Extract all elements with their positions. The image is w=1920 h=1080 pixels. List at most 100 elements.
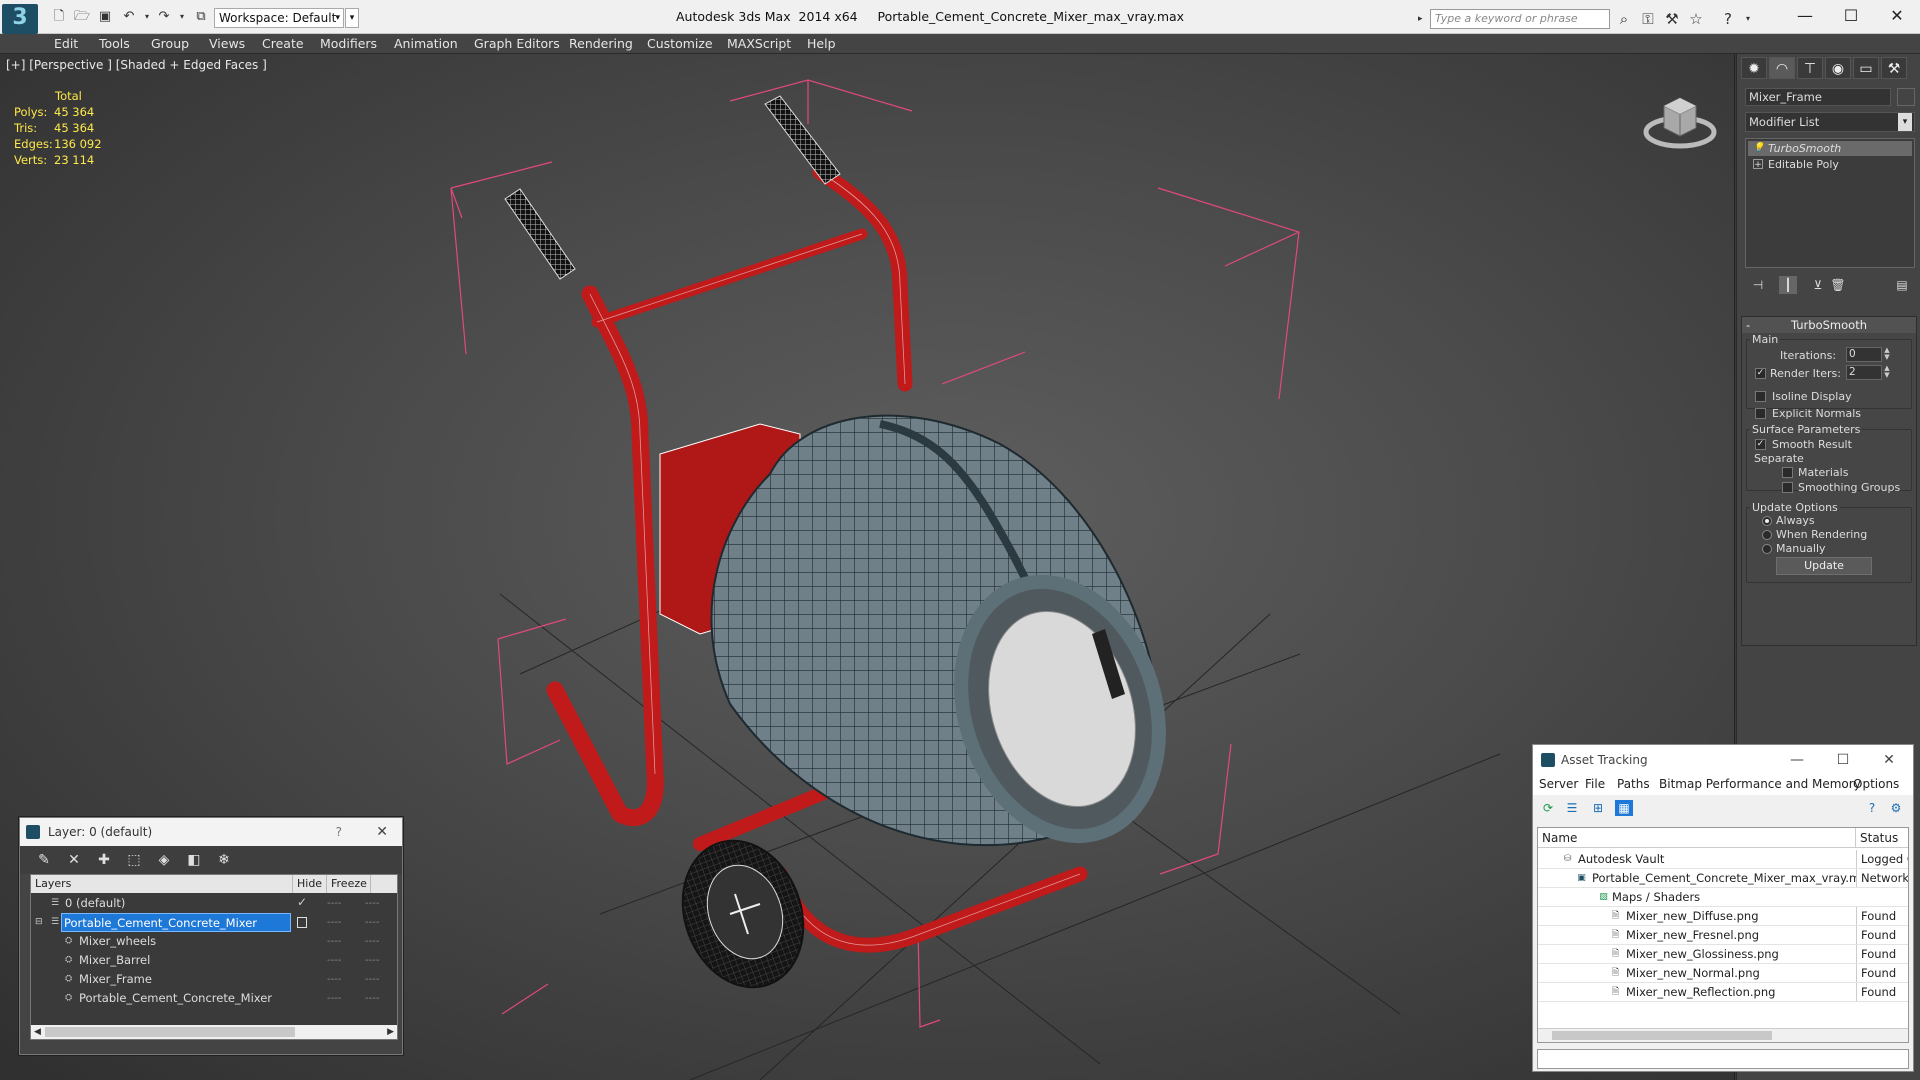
layer-row[interactable]: ⊟ ☰ Portable_Cement_Concrete_Mixer ---- …: [31, 913, 397, 932]
stack-item-editable-poly[interactable]: + Editable Poly: [1748, 157, 1912, 172]
scrollbar-thumb[interactable]: [1552, 1031, 1772, 1040]
lightbulb-icon[interactable]: 💡: [1753, 143, 1764, 153]
tab-utilities-icon[interactable]: ⚒: [1881, 57, 1907, 79]
layer-row[interactable]: ⛭ Mixer_Frame ---- ----: [31, 970, 397, 989]
make-unique-icon[interactable]: ⊻: [1809, 276, 1827, 294]
asset-row[interactable]: 🗎 Mixer_new_Normal.png Found: [1538, 964, 1908, 983]
modifier-list-dropdown[interactable]: Modifier List ▾: [1745, 112, 1915, 132]
list-view-icon[interactable]: ☰: [1563, 800, 1581, 816]
communication-center-icon[interactable]: ⚒: [1662, 9, 1682, 29]
help-icon[interactable]: ?: [1718, 9, 1738, 29]
asset-row[interactable]: 🗎 Mixer_new_Fresnel.png Found: [1538, 926, 1908, 945]
explicit-normals-checkbox[interactable]: [1755, 408, 1766, 419]
smoothing-groups-checkbox[interactable]: [1782, 482, 1793, 493]
menu-edit[interactable]: Edit: [54, 34, 78, 54]
freeze-toggle[interactable]: ----: [365, 894, 379, 913]
hide-toggle[interactable]: ----: [327, 989, 341, 1008]
viewport-label[interactable]: [+] [Perspective ] [Shaded + Edged Faces…: [6, 58, 267, 72]
menu-views[interactable]: Views: [209, 34, 245, 54]
workspace-dropdown[interactable]: Workspace: Default ▾: [214, 8, 344, 28]
freeze-toggle[interactable]: ----: [365, 989, 379, 1008]
hide-toggle[interactable]: ----: [327, 913, 341, 932]
tab-create-icon[interactable]: ✹: [1741, 57, 1767, 79]
help-dropdown-icon[interactable]: ▾: [1738, 9, 1758, 29]
menu-server[interactable]: Server: [1539, 777, 1578, 791]
isoline-display-checkbox[interactable]: [1755, 391, 1766, 402]
menu-tools[interactable]: Tools: [99, 34, 130, 54]
menu-customize[interactable]: Customize: [647, 34, 713, 54]
layer-row[interactable]: ⛭ Mixer_Barrel ---- ----: [31, 951, 397, 970]
asset-row[interactable]: 🗎 Mixer_new_Reflection.png Found: [1538, 983, 1908, 1002]
object-color-swatch[interactable]: [1897, 88, 1915, 106]
menu-animation[interactable]: Animation: [394, 34, 458, 54]
redo-icon[interactable]: ↷: [155, 9, 173, 25]
open-file-icon[interactable]: 🗁: [73, 9, 91, 25]
iterations-spinner[interactable]: 0: [1846, 347, 1882, 362]
when-rendering-radio[interactable]: [1762, 530, 1772, 540]
layer-row[interactable]: ⛭ Portable_Cement_Concrete_Mixer ---- --…: [31, 989, 397, 1008]
column-header-freeze[interactable]: Freeze: [327, 875, 371, 893]
menu-modifiers[interactable]: Modifiers: [320, 34, 377, 54]
horizontal-scrollbar[interactable]: ◀ ▶: [31, 1025, 397, 1039]
new-layer-icon[interactable]: ✎: [34, 851, 54, 869]
hide-toggle[interactable]: ----: [327, 932, 341, 951]
freeze-toggle[interactable]: ----: [365, 970, 379, 989]
minimize-button[interactable]: —: [1782, 4, 1828, 28]
column-header-hide[interactable]: Hide: [293, 875, 327, 893]
menu-graph-editors[interactable]: Graph Editors: [474, 34, 560, 54]
search-input[interactable]: Type a keyword or phrase: [1430, 9, 1610, 29]
workspace-options-button[interactable]: ▾: [345, 8, 359, 28]
asset-row[interactable]: ▣ Portable_Cement_Concrete_Mixer_max_vra…: [1538, 869, 1908, 888]
menu-maxscript[interactable]: MAXScript: [727, 34, 791, 54]
refresh-icon[interactable]: ⟳: [1539, 800, 1557, 816]
column-header-status[interactable]: Status: [1856, 828, 1908, 848]
remove-modifier-icon[interactable]: 🗑: [1829, 276, 1847, 294]
search-expand-icon[interactable]: ▸: [1418, 9, 1430, 29]
close-icon[interactable]: ✕: [376, 818, 388, 846]
materials-checkbox[interactable]: [1782, 467, 1793, 478]
always-radio[interactable]: [1762, 516, 1772, 526]
menu-bitmap-performance[interactable]: Bitmap Performance and Memory: [1659, 777, 1861, 791]
add-to-layer-icon[interactable]: ✚: [94, 851, 114, 869]
current-layer-box-icon[interactable]: [297, 917, 307, 928]
detail-view-icon[interactable]: ⊞: [1589, 800, 1607, 816]
configure-modifier-sets-icon[interactable]: ▤: [1893, 276, 1911, 294]
update-button[interactable]: Update: [1776, 557, 1872, 575]
horizontal-scrollbar[interactable]: [1538, 1028, 1908, 1042]
favorites-star-icon[interactable]: ☆: [1686, 9, 1706, 29]
scroll-left-icon[interactable]: ◀: [34, 1025, 41, 1039]
help-icon[interactable]: ?: [1863, 800, 1881, 816]
render-iters-checkbox[interactable]: ✓: [1755, 368, 1766, 379]
app-menu-button[interactable]: 3: [2, 4, 38, 34]
object-name-field[interactable]: Mixer_Frame: [1745, 88, 1891, 106]
highlight-layer-icon[interactable]: ◈: [154, 851, 174, 869]
asset-row[interactable]: ⛁ Autodesk Vault Logged O: [1538, 850, 1908, 869]
viewcube-icon[interactable]: [1640, 86, 1720, 156]
subscription-icon[interactable]: ⚿: [1638, 9, 1658, 29]
menu-create[interactable]: Create: [262, 34, 304, 54]
tab-hierarchy-icon[interactable]: ⊤: [1797, 57, 1823, 79]
smooth-result-checkbox[interactable]: ✓: [1755, 439, 1766, 450]
menu-options[interactable]: Options: [1853, 777, 1899, 791]
new-file-icon[interactable]: 🗋: [50, 9, 68, 25]
manually-radio[interactable]: [1762, 544, 1772, 554]
scrollbar-thumb[interactable]: [45, 1027, 295, 1037]
render-iters-spinner[interactable]: 2: [1846, 365, 1882, 380]
dialog-title-bar[interactable]: Asset Tracking — ☐ ✕: [1533, 745, 1913, 775]
asset-row[interactable]: 🗎 Mixer_new_Glossiness.png Found: [1538, 945, 1908, 964]
stack-item-turbosmooth[interactable]: 💡 TurboSmooth: [1748, 141, 1912, 156]
freeze-all-icon[interactable]: ❄: [214, 851, 234, 869]
dialog-title-bar[interactable]: Layer: 0 (default) ? ✕: [20, 818, 402, 846]
save-file-icon[interactable]: ▣: [96, 9, 114, 25]
minimize-button[interactable]: —: [1777, 745, 1817, 775]
hide-toggle[interactable]: ----: [327, 970, 341, 989]
freeze-toggle[interactable]: ----: [365, 951, 379, 970]
freeze-toggle[interactable]: ----: [365, 932, 379, 951]
menu-file[interactable]: File: [1585, 777, 1605, 791]
close-button[interactable]: ✕: [1869, 745, 1909, 775]
project-folder-icon[interactable]: ⧉: [192, 9, 210, 25]
menu-help[interactable]: Help: [807, 34, 836, 54]
show-end-result-icon[interactable]: ┃: [1779, 276, 1797, 294]
menu-group[interactable]: Group: [151, 34, 189, 54]
hide-all-icon[interactable]: ◧: [184, 851, 204, 869]
